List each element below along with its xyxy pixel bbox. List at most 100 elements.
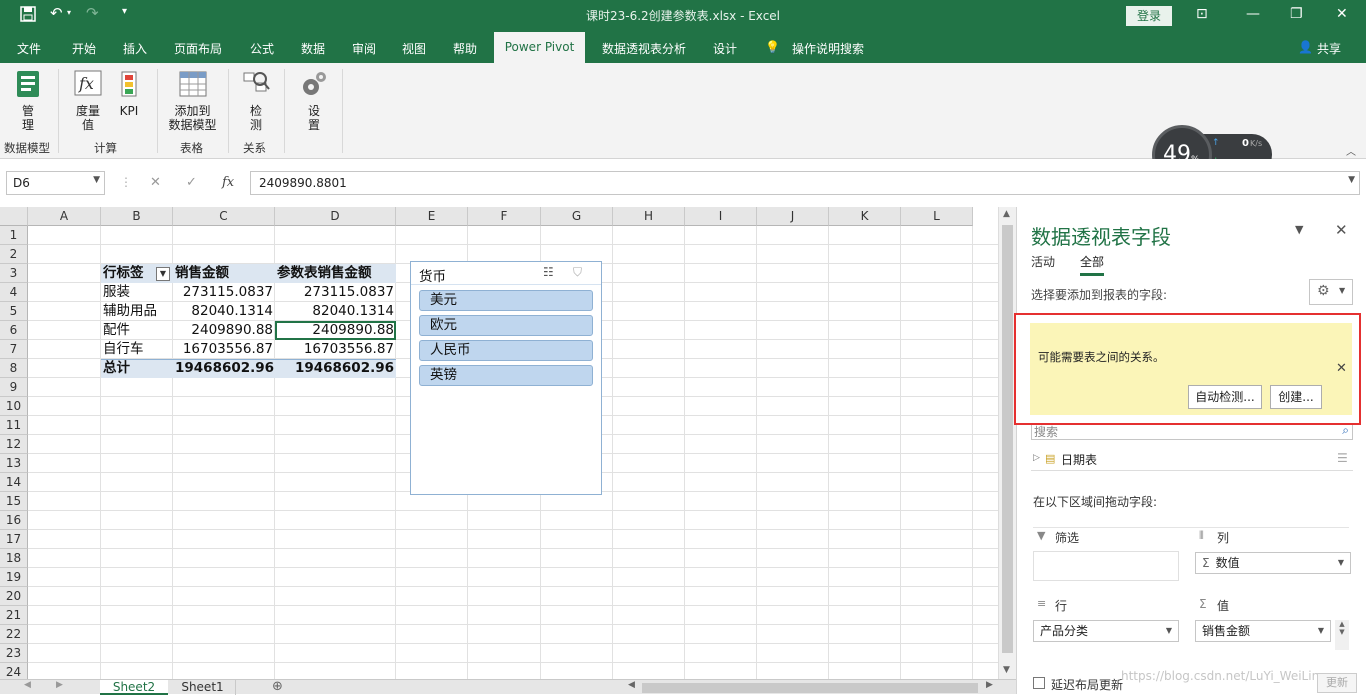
detect-button[interactable]: 检 测 [238, 69, 274, 132]
tab-review[interactable]: 审阅 [352, 40, 376, 57]
column-header-d[interactable]: D [275, 207, 396, 226]
values-scrollbar[interactable]: ▲ ▼ [1335, 620, 1349, 650]
row-header-1[interactable]: 1 [0, 226, 28, 245]
close-pane-icon[interactable]: ✕ [1335, 221, 1348, 239]
pivot-total-value[interactable]: 19468602.96 [275, 359, 396, 378]
slicer-item[interactable]: 美元 [419, 290, 593, 311]
row-header-13[interactable]: 13 [0, 454, 28, 473]
enter-icon[interactable]: ✓ [186, 175, 197, 190]
create-button[interactable]: 创建... [1270, 385, 1322, 409]
login-button[interactable]: 登录 [1126, 6, 1172, 26]
slicer-item[interactable]: 英镑 [419, 365, 593, 386]
close-window-icon[interactable]: ✕ [1336, 6, 1348, 22]
pivot-value[interactable]: 16703556.87 [275, 340, 396, 359]
insert-function-icon[interactable]: fx [222, 175, 234, 190]
expand-icon[interactable]: ▷ [1033, 453, 1040, 463]
pivot-value[interactable]: 273115.0837 [173, 283, 275, 302]
row-header-3[interactable]: 3 [0, 264, 28, 283]
column-header-a[interactable]: A [28, 207, 101, 226]
active-cell-d6[interactable]: 2409890.88 [275, 321, 396, 340]
pivot-row-label[interactable]: 配件 [101, 321, 173, 340]
tell-me-search[interactable]: 操作说明搜索 [792, 40, 864, 57]
tab-file[interactable]: 文件 [17, 40, 41, 57]
pane-options-icon[interactable]: ▼ [1295, 223, 1303, 236]
close-warning-icon[interactable]: ✕ [1336, 361, 1347, 376]
pivot-row-label[interactable]: 服装 [101, 283, 173, 302]
row-header-22[interactable]: 22 [0, 625, 28, 644]
settings-button[interactable]: 设 置 [296, 69, 332, 132]
tab-data[interactable]: 数据 [301, 40, 325, 57]
row-header-9[interactable]: 9 [0, 378, 28, 397]
slicer-item[interactable]: 欧元 [419, 315, 593, 336]
filters-drop-area[interactable] [1033, 551, 1179, 581]
add-sheet-icon[interactable]: ⊕ [272, 679, 283, 694]
tab-design[interactable]: 设计 [713, 40, 737, 57]
row-header-11[interactable]: 11 [0, 416, 28, 435]
name-box[interactable]: D6 ▼ [6, 171, 105, 195]
scroll-up-icon[interactable]: ▲ [1003, 209, 1010, 219]
formula-input[interactable]: 2409890.8801 ▼ [250, 171, 1360, 195]
row-header-12[interactable]: 12 [0, 435, 28, 454]
drag-handle-icon[interactable]: ☰ [1337, 451, 1348, 465]
ribbon-display-options-icon[interactable]: ⊡ [1196, 6, 1208, 22]
column-header-b[interactable]: B [101, 207, 173, 226]
kpi-button[interactable]: KPI [114, 69, 144, 118]
values-field-sales[interactable]: 销售金额 ▼ [1195, 620, 1331, 642]
pivot-value[interactable]: 16703556.87 [173, 340, 275, 359]
tab-home[interactable]: 开始 [72, 40, 96, 57]
row-header-24[interactable]: 24 [0, 663, 28, 679]
row-header-18[interactable]: 18 [0, 549, 28, 568]
pivot-value[interactable]: 82040.1314 [173, 302, 275, 321]
scroll-right-icon[interactable]: ▶ [986, 680, 993, 690]
auto-detect-button[interactable]: 自动检测... [1188, 385, 1262, 409]
vertical-scrollbar[interactable]: ▲ ▼ [998, 207, 1016, 679]
tab-formulas[interactable]: 公式 [250, 40, 274, 57]
collapse-ribbon-icon[interactable]: ︿ [1346, 143, 1356, 158]
tools-button[interactable]: ⚙ ▼ [1309, 279, 1353, 305]
next-sheet-icon[interactable]: ▶ [56, 680, 63, 690]
defer-update-checkbox[interactable] [1033, 677, 1045, 689]
measure-button[interactable]: fx 度量 值 [68, 69, 108, 132]
column-header-e[interactable]: E [396, 207, 468, 226]
cancel-icon[interactable]: ✕ [150, 175, 161, 190]
tab-page-layout[interactable]: 页面布局 [174, 40, 222, 57]
multi-select-icon[interactable]: ☷ [543, 265, 554, 279]
column-header-l[interactable]: L [901, 207, 973, 226]
minimize-icon[interactable]: — [1246, 6, 1260, 22]
tab-pivot-analyze[interactable]: 数据透视表分析 [602, 40, 686, 57]
row-header-8[interactable]: 8 [0, 359, 28, 378]
row-header-20[interactable]: 20 [0, 587, 28, 606]
column-header-h[interactable]: H [613, 207, 685, 226]
row-header-4[interactable]: 4 [0, 283, 28, 302]
row-header-16[interactable]: 16 [0, 511, 28, 530]
row-header-23[interactable]: 23 [0, 644, 28, 663]
share-button[interactable]: 共享 [1317, 40, 1341, 57]
prev-sheet-icon[interactable]: ◀ [24, 680, 31, 690]
pivot-total-value[interactable]: 19468602.96 [173, 359, 275, 378]
row-header-5[interactable]: 5 [0, 302, 28, 321]
clear-filter-icon[interactable]: ⛉ [573, 265, 582, 280]
sheet-tab-active[interactable]: Sheet2 [100, 680, 168, 695]
pivot-value[interactable]: 2409890.88 [173, 321, 275, 340]
add-to-model-button[interactable]: 添加到 数据模型 [165, 69, 220, 132]
scroll-down-icon[interactable]: ▼ [1003, 665, 1010, 675]
expand-formula-icon[interactable]: ▼ [1348, 175, 1355, 185]
horizontal-scroll-thumb[interactable] [642, 683, 978, 693]
pivot-value[interactable]: 273115.0837 [275, 283, 396, 302]
pivot-value[interactable]: 82040.1314 [275, 302, 396, 321]
column-header-f[interactable]: F [468, 207, 541, 226]
rows-field-product-category[interactable]: 产品分类 ▼ [1033, 620, 1179, 642]
row-header-6[interactable]: 6 [0, 321, 28, 340]
row-header-7[interactable]: 7 [0, 340, 28, 359]
tab-help[interactable]: 帮助 [453, 40, 477, 57]
pivot-row-label[interactable]: 自行车 [101, 340, 173, 359]
row-header-21[interactable]: 21 [0, 606, 28, 625]
scroll-thumb[interactable] [1002, 225, 1013, 653]
slicer-currency[interactable]: 货币 ☷ ⛉ 美元 欧元 人民币 英镑 [410, 261, 602, 495]
tab-active[interactable]: 活动 [1031, 253, 1055, 270]
column-header-k[interactable]: K [829, 207, 901, 226]
filter-dropdown-icon[interactable]: ▼ [156, 267, 170, 281]
field-item[interactable]: 日期表 [1061, 451, 1097, 468]
pivot-row-label[interactable]: 辅助用品 [101, 302, 173, 321]
columns-field-values[interactable]: Σ 数值 ▼ [1195, 552, 1351, 574]
